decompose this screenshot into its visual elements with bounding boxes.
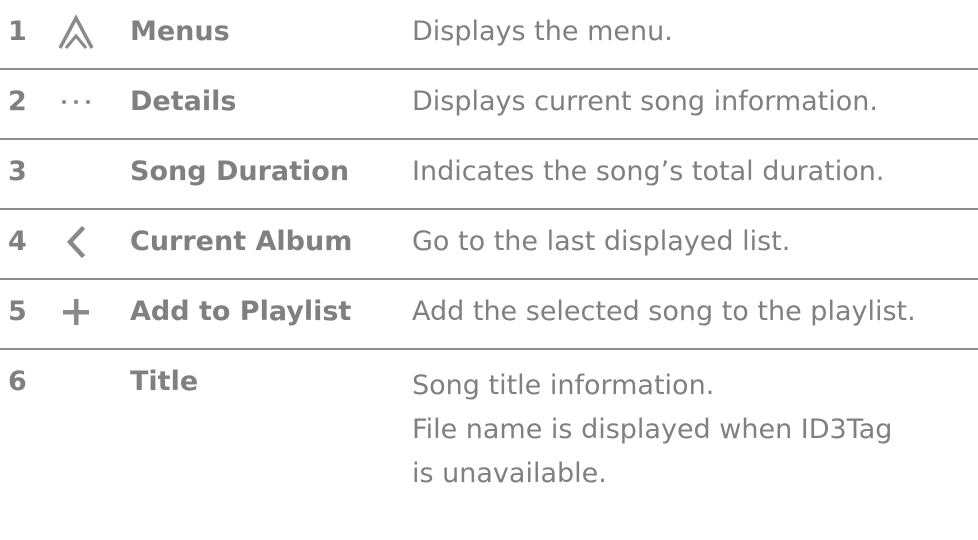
row-number: 2 [8, 86, 27, 117]
row-name: Song Duration [130, 156, 350, 187]
row-number: 4 [8, 226, 27, 257]
row-number: 1 [8, 16, 27, 47]
chevron-left-icon [52, 222, 100, 262]
feature-table: 1 Menus Displays the menu. 2 Details Dis… [0, 0, 978, 520]
row-description: Displays the menu. [412, 16, 673, 47]
row-number: 5 [8, 296, 27, 327]
row-name: Title [130, 366, 199, 397]
row-number: 3 [8, 156, 27, 187]
row-description: Indicates the song’s total duration. [412, 156, 885, 187]
description-line: Song title information. [412, 370, 715, 401]
a-logo-icon [52, 12, 100, 52]
table-row: 4 Current Album Go to the last displayed… [0, 210, 978, 280]
row-description: Displays current song information. [412, 86, 878, 117]
table-row: 3 Song Duration Indicates the song’s tot… [0, 140, 978, 210]
description-line: is unavailable. [412, 458, 607, 489]
row-description: Add the selected song to the playlist. [412, 296, 916, 327]
table-row: 2 Details Displays current song informat… [0, 70, 978, 140]
table-row: 5 Add to Playlist Add the selected song … [0, 280, 978, 350]
table-row: 1 Menus Displays the menu. [0, 0, 978, 70]
row-name: Add to Playlist [130, 296, 352, 327]
table-row: 6 Title Song title information. File nam… [0, 350, 978, 520]
row-name: Details [130, 86, 237, 117]
plus-icon [52, 292, 100, 332]
row-description: Go to the last displayed list. [412, 226, 791, 257]
more-dots-icon [52, 82, 100, 122]
row-description: Song title information. File name is dis… [412, 364, 978, 496]
description-line: File name is displayed when ID3Tag [412, 414, 893, 445]
row-number: 6 [8, 366, 27, 397]
row-name: Menus [130, 16, 230, 47]
row-name: Current Album [130, 226, 353, 257]
